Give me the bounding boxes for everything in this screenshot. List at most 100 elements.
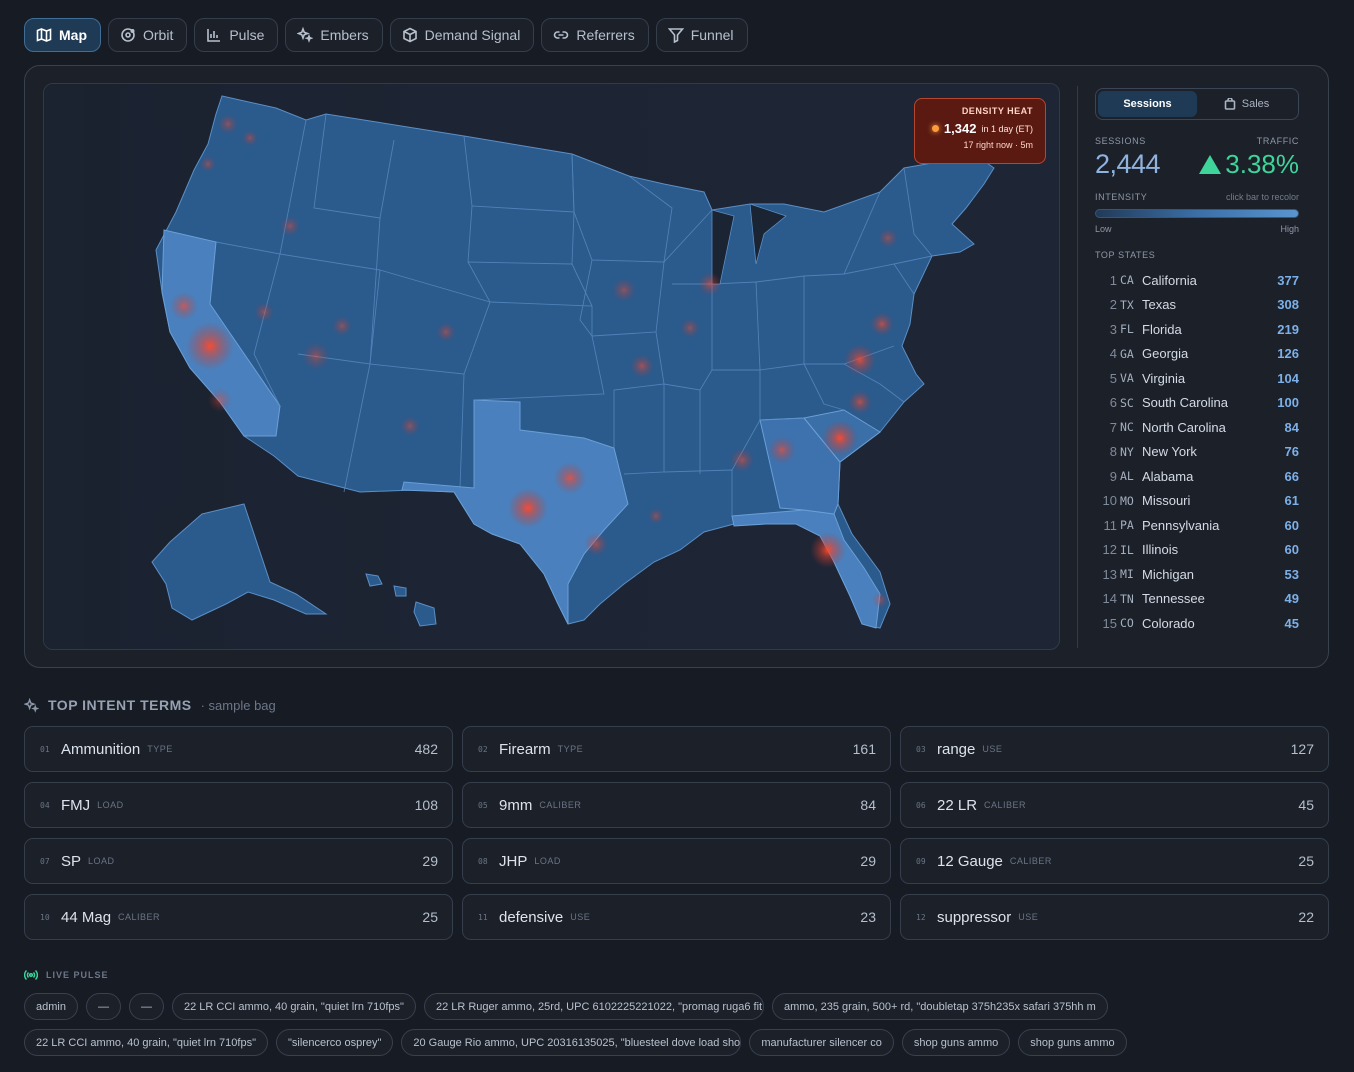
state-name: California [1142, 272, 1197, 288]
state-row[interactable]: 1 CA California 377 [1095, 268, 1299, 293]
term-name: 44 Mag [61, 908, 112, 926]
link-icon [554, 31, 569, 39]
sessions-toggle-button[interactable]: Sessions [1098, 91, 1197, 117]
state-name: Georgia [1142, 346, 1189, 362]
term-count: 482 [414, 741, 438, 757]
pulse-chip[interactable]: — [128, 993, 164, 1020]
state-code: SC [1120, 395, 1134, 410]
tab-label: Demand Signal [424, 27, 521, 43]
tab-funnel[interactable]: Funnel [655, 18, 748, 52]
term-count: 29 [422, 853, 438, 869]
state-row[interactable]: 13 MI Michigan 53 [1095, 562, 1299, 587]
tab-embers[interactable]: Embers [285, 18, 383, 52]
state-code: GA [1120, 346, 1134, 361]
top-states-label: TOP STATES [1095, 250, 1156, 260]
traffic-percent: 3.38% [1225, 149, 1299, 179]
tab-map[interactable]: Map [24, 18, 101, 52]
term-name: 9mm [499, 796, 533, 814]
state-row[interactable]: 4 GA Georgia 126 [1095, 342, 1299, 367]
sparkles-icon [297, 27, 314, 43]
us-map-svg[interactable] [44, 84, 1060, 650]
heat-spot [870, 312, 894, 336]
pulse-chip[interactable]: admin [24, 993, 78, 1020]
top-states-list: 1 CA California 377 2 TX Texas 308 3 FL Florida 219… [1095, 268, 1299, 636]
term-count: 25 [422, 909, 438, 925]
state-row[interactable]: 10 MO Missouri 61 [1095, 489, 1299, 514]
state-row[interactable]: 6 SC South Carolina 100 [1095, 391, 1299, 416]
state-name: New York [1142, 444, 1197, 460]
state-row[interactable]: 11 PA Pennsylvania 60 [1095, 513, 1300, 538]
intent-term-card[interactable]: 03 range USE 127 [900, 726, 1329, 772]
intent-term-card[interactable]: 05 9mm CALIBER 84 [462, 782, 891, 828]
tab-referrers[interactable]: Referrers [541, 18, 649, 52]
broadcast-icon [24, 969, 38, 981]
term-name: Firearm [499, 740, 551, 758]
state-row[interactable]: 2 TX Texas 308 [1095, 293, 1299, 318]
intensity-low: Low [1095, 224, 1112, 234]
tab-orbit[interactable]: Orbit [108, 18, 188, 52]
sales-toggle-button[interactable]: Sales [1197, 91, 1296, 117]
heat-spot [844, 344, 876, 376]
state-code: CA [1120, 273, 1134, 288]
term-category: TYPE [147, 744, 173, 754]
state-value: 219 [1277, 321, 1299, 337]
tab-pulse[interactable]: Pulse [194, 18, 279, 52]
term-category: LOAD [88, 856, 115, 866]
live-pulse-chips: admin — — 22 LR CCI ammo, 40 grain, "quiet … [24, 993, 1334, 1057]
state-value: 45 [1284, 615, 1299, 631]
state-alaska[interactable] [151, 503, 328, 621]
sessions-value: 2,444 [1095, 149, 1161, 179]
pulse-chip[interactable]: — [85, 993, 121, 1020]
state-rank: 8 [1109, 444, 1117, 460]
intensity-scale: Low High [1095, 224, 1299, 234]
intent-terms-grid: 01 Ammunition TYPE 482 02 Firearm TYPE 161 03 ran… [24, 726, 1329, 940]
state-code: IL [1120, 542, 1134, 557]
state-rank: 6 [1109, 395, 1117, 411]
pulse-chip[interactable]: shop guns ammo [901, 1029, 1011, 1056]
state-row[interactable]: 7 NC North Carolina 84 [1095, 415, 1299, 440]
pulse-chip[interactable]: 20 Gauge Rio ammo, UPC 20316135025, "blu… [401, 1029, 742, 1056]
heat-title: DENSITY HEAT [961, 106, 1033, 116]
pulse-chip[interactable]: 22 LR Ruger ammo, 25rd, UPC 610222522102… [423, 993, 764, 1020]
tab-demand-signal[interactable]: Demand Signal [389, 18, 535, 52]
intent-term-card[interactable]: 01 Ammunition TYPE 482 [24, 726, 453, 772]
term-category: USE [570, 912, 591, 922]
us-heat-map[interactable]: DENSITY HEAT 1,342 in 1 day (ET) 17 righ… [43, 83, 1060, 650]
state-rank: 14 [1102, 591, 1117, 607]
pulse-chip[interactable]: 22 LR CCI ammo, 40 grain, "quiet lrn 710… [171, 993, 416, 1020]
state-row[interactable]: 3 FL Florida 219 [1095, 317, 1299, 342]
tab-label: Funnel [690, 27, 734, 43]
intent-term-card[interactable]: 02 Firearm TYPE 161 [462, 726, 891, 772]
pulse-chip[interactable]: shop guns ammo [1018, 1029, 1127, 1056]
term-name: Ammunition [61, 740, 141, 758]
intensity-bar[interactable] [1095, 209, 1299, 218]
state-row[interactable]: 5 VA Virginia 104 [1095, 366, 1299, 391]
intent-term-card[interactable]: 09 12 Gauge CALIBER 25 [900, 838, 1329, 884]
state-row[interactable]: 8 NY New York 76 [1095, 440, 1299, 465]
intent-term-card[interactable]: 06 22 LR CALIBER 45 [900, 782, 1329, 828]
intent-term-card[interactable]: 08 JHP LOAD 29 [462, 838, 891, 884]
intent-term-card[interactable]: 10 44 Mag CALIBER 25 [24, 894, 453, 940]
pulse-chip[interactable]: manufacturer silencer co [749, 1029, 894, 1056]
state-row[interactable]: 9 AL Alabama 66 [1095, 464, 1299, 489]
state-row[interactable]: 12 IL Illinois 60 [1095, 538, 1299, 563]
intent-term-card[interactable]: 04 FMJ LOAD 108 [24, 782, 453, 828]
stats-panel: Sessions Sales SESSIONS TRAFFIC 2,444 3.… [1095, 88, 1299, 636]
heat-spot [332, 316, 352, 336]
intent-term-card[interactable]: 07 SP LOAD 29 [24, 838, 453, 884]
pulse-chip[interactable]: "silencerco osprey" [275, 1029, 394, 1056]
orbit-icon [121, 28, 135, 42]
state-row[interactable]: 14 TN Tennessee 49 [1095, 587, 1299, 612]
term-name: suppressor [937, 908, 1012, 926]
pulse-chip[interactable]: 22 LR CCI ammo, 40 grain, "quiet lrn 710… [24, 1029, 268, 1056]
term-index: 09 [916, 856, 926, 866]
state-row[interactable]: 15 CO Colorado 45 [1095, 611, 1299, 636]
intent-term-card[interactable]: 11 defensive USE 23 [462, 894, 891, 940]
intent-term-card[interactable]: 12 suppressor USE 22 [900, 894, 1329, 940]
state-hawaii[interactable] [365, 573, 437, 627]
heat-spot [208, 388, 232, 412]
state-name: Texas [1142, 297, 1176, 313]
state-florida[interactable] [731, 509, 881, 629]
state-rank: 9 [1109, 468, 1117, 484]
pulse-chip[interactable]: ammo, 235 grain, 500+ rd, "doubletap 375… [771, 993, 1108, 1020]
